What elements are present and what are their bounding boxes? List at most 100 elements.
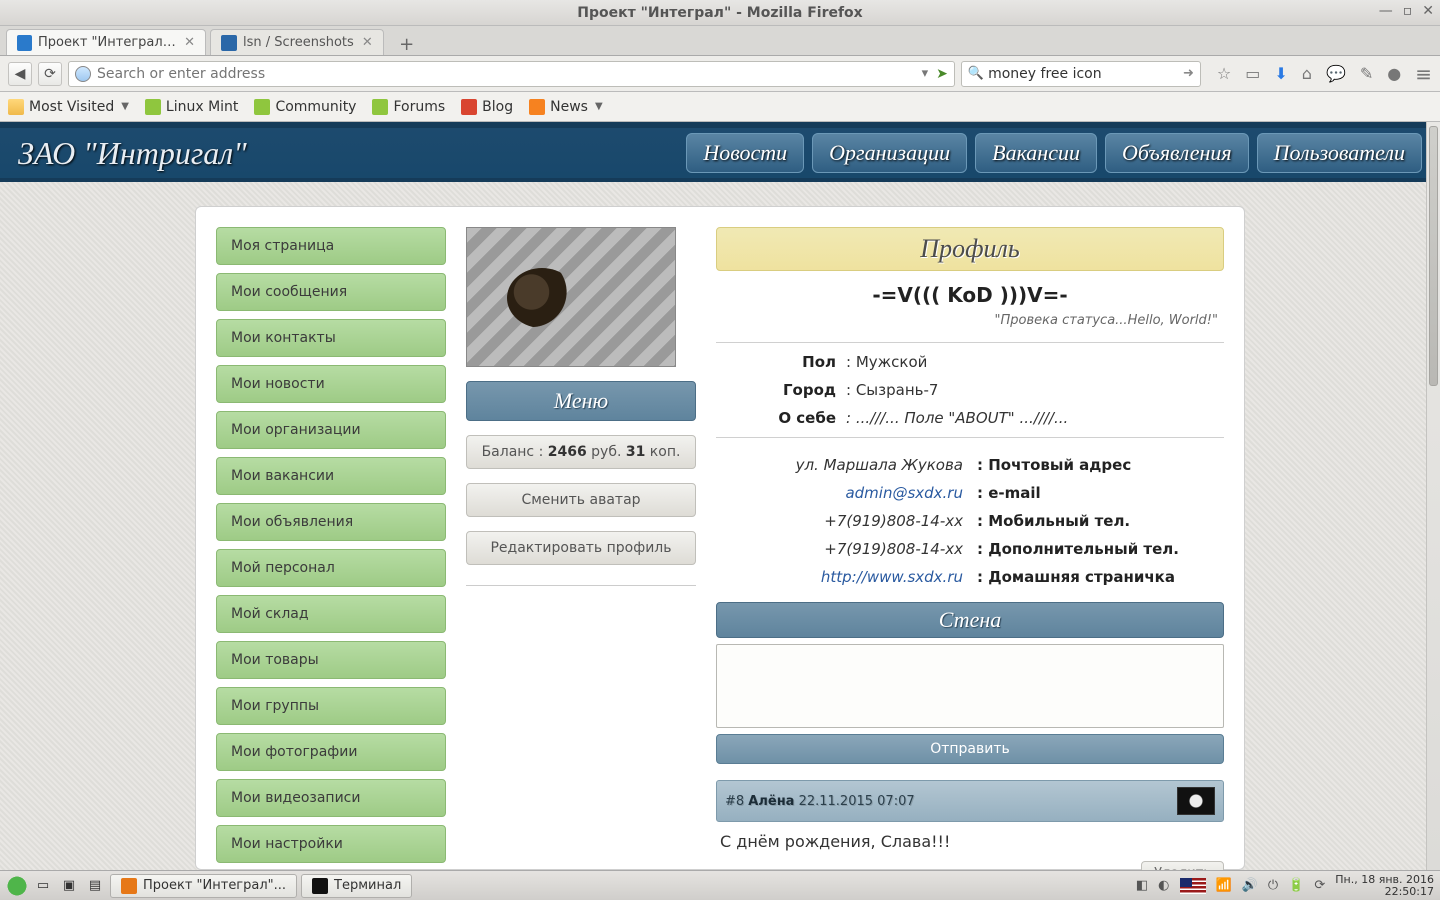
menu-storage[interactable]: Мой склад	[216, 595, 446, 633]
bookmark-blog[interactable]: Blog	[461, 99, 513, 115]
start-menu-button[interactable]	[6, 875, 28, 897]
vertical-scrollbar[interactable]	[1426, 122, 1440, 870]
menu-news[interactable]: Мои новости	[216, 365, 446, 403]
tab-active[interactable]: Проект "Интеграл" ... ✕	[6, 29, 206, 55]
menu-orgs[interactable]: Мои организации	[216, 411, 446, 449]
account-icon[interactable]: ●	[1387, 64, 1401, 83]
tab-label: lsn / Screenshots	[243, 35, 354, 50]
site-brand[interactable]: ЗАО "Интригал"	[18, 135, 247, 172]
bookmark-community[interactable]: Community	[254, 99, 356, 115]
menu-settings[interactable]: Мои настройки	[216, 825, 446, 863]
task-firefox[interactable]: Проект "Интеграл"...	[110, 874, 297, 898]
task-terminal[interactable]: Терминал	[301, 874, 412, 898]
menu-messages[interactable]: Мои сообщения	[216, 273, 446, 311]
volume-icon[interactable]: 🔊	[1242, 878, 1258, 893]
home-icon[interactable]: ⌂	[1302, 64, 1312, 83]
bookmark-label: News	[550, 99, 588, 115]
search-input[interactable]	[988, 66, 1183, 82]
nav-vacancies[interactable]: Вакансии	[975, 133, 1097, 173]
profile-nickname: -=V((( KoD )))V=-	[716, 283, 1224, 307]
url-bar[interactable]: ▾ ➤	[68, 61, 955, 87]
content-card: Моя страница Мои сообщения Мои контакты …	[195, 206, 1245, 870]
urlbar-dropdown-icon[interactable]: ▾	[918, 66, 933, 81]
power-icon[interactable]: ⏻	[1268, 878, 1278, 893]
tab-inactive[interactable]: lsn / Screenshots ✕	[210, 29, 384, 55]
balance-prefix: Баланс :	[482, 444, 548, 460]
wall-post: #8 Алёна 22.11.2015 07:07 С днём рождени…	[716, 780, 1224, 870]
minimize-button[interactable]: —	[1379, 3, 1393, 19]
change-avatar-button[interactable]: Сменить аватар	[466, 483, 696, 517]
bookmark-linux-mint[interactable]: Linux Mint	[145, 99, 239, 115]
menu-vacancies[interactable]: Мои вакансии	[216, 457, 446, 495]
site-header: ЗАО "Интригал" Новости Организации Вакан…	[0, 122, 1440, 182]
updates-icon[interactable]: ⟳	[1314, 878, 1325, 893]
balance-button[interactable]: Баланс : 2466 руб. 31 коп.	[466, 435, 696, 469]
tab-close-icon[interactable]: ✕	[184, 35, 195, 50]
toolbar-icons: ☆ ▭ ⬇ ⌂ 💬 ✎ ● ≡	[1217, 62, 1432, 86]
email-link[interactable]: admin@sxdx.ru	[845, 484, 963, 502]
addon-icon[interactable]: ✎	[1360, 64, 1373, 83]
mint-icon	[145, 99, 161, 115]
window-controls: — ▫ ✕	[1379, 3, 1434, 19]
nav-news[interactable]: Новости	[686, 133, 804, 173]
post-delete-button[interactable]: Удалить	[1141, 861, 1224, 870]
chevron-down-icon: ▼	[595, 101, 603, 112]
network-icon[interactable]: 📶	[1216, 878, 1232, 893]
window-titlebar: Проект "Интеграл" - Mozilla Firefox — ▫ …	[0, 0, 1440, 26]
bookmarks-star-icon[interactable]: ☆	[1217, 64, 1231, 83]
tray-app-icon[interactable]: ◐	[1158, 878, 1169, 893]
url-input[interactable]	[97, 66, 918, 82]
search-bar[interactable]: 🔍 ➜	[961, 61, 1201, 87]
scrollbar-thumb[interactable]	[1429, 126, 1438, 386]
menu-videos[interactable]: Мои видеозаписи	[216, 779, 446, 817]
tray-app-icon[interactable]: ◧	[1136, 878, 1148, 893]
value-address: ул. Маршала Жукова	[716, 456, 963, 474]
nav-users[interactable]: Пользователи	[1257, 133, 1422, 173]
chat-icon[interactable]: 💬	[1326, 64, 1346, 83]
reload-button[interactable]: ⟳	[38, 62, 62, 86]
wall-send-button[interactable]: Отправить	[716, 734, 1224, 764]
menu-photos[interactable]: Мои фотографии	[216, 733, 446, 771]
menu-my-page[interactable]: Моя страница	[216, 227, 446, 265]
battery-icon[interactable]: 🔋	[1288, 878, 1304, 893]
menu-ads[interactable]: Мои объявления	[216, 503, 446, 541]
downloads-icon[interactable]: ⬇	[1274, 64, 1287, 83]
post-author-avatar[interactable]	[1177, 787, 1215, 815]
nav-ads[interactable]: Объявления	[1105, 133, 1249, 173]
center-menu-button[interactable]: Меню	[466, 381, 696, 421]
maximize-button[interactable]: ▫	[1403, 3, 1413, 19]
edit-profile-button[interactable]: Редактировать профиль	[466, 531, 696, 565]
clock[interactable]: Пн., 18 янв. 2016 22:50:17	[1335, 874, 1434, 898]
globe-icon	[75, 66, 91, 82]
post-author[interactable]: Алёна	[748, 794, 794, 809]
hamburger-menu-icon[interactable]: ≡	[1415, 62, 1432, 86]
bookmark-forums[interactable]: Forums	[372, 99, 445, 115]
bookmark-news[interactable]: News ▼	[529, 99, 603, 115]
show-desktop-icon[interactable]: ▭	[32, 875, 54, 897]
files-launcher-icon[interactable]: ▤	[84, 875, 106, 897]
new-tab-button[interactable]: +	[394, 33, 420, 55]
menu-contacts[interactable]: Мои контакты	[216, 319, 446, 357]
bookmark-most-visited[interactable]: Most Visited ▼	[8, 99, 129, 115]
value-mobile: +7(919)808-14-xx	[716, 512, 963, 530]
urlbar-go-icon[interactable]: ➤	[932, 66, 948, 82]
close-window-button[interactable]: ✕	[1422, 3, 1434, 19]
menu-staff[interactable]: Мой персонал	[216, 549, 446, 587]
balance-kop: коп.	[645, 444, 680, 460]
left-menu: Моя страница Мои сообщения Мои контакты …	[216, 227, 446, 870]
keyboard-layout-icon[interactable]	[1180, 878, 1206, 894]
terminal-launcher-icon[interactable]: ▣	[58, 875, 80, 897]
back-button[interactable]: ◀	[8, 62, 32, 86]
value-addphone: +7(919)808-14-xx	[716, 540, 963, 558]
library-icon[interactable]: ▭	[1245, 64, 1260, 83]
menu-goods[interactable]: Мои товары	[216, 641, 446, 679]
folder-icon	[8, 99, 24, 115]
label-city: Город	[716, 381, 836, 399]
nav-orgs[interactable]: Организации	[812, 133, 967, 173]
wall-textarea[interactable]	[716, 644, 1224, 728]
bookmark-label: Blog	[482, 99, 513, 115]
homepage-link[interactable]: http://www.sxdx.ru	[821, 568, 963, 586]
tab-close-icon[interactable]: ✕	[362, 35, 373, 50]
search-go-icon[interactable]: ➜	[1183, 66, 1194, 81]
menu-groups[interactable]: Мои группы	[216, 687, 446, 725]
